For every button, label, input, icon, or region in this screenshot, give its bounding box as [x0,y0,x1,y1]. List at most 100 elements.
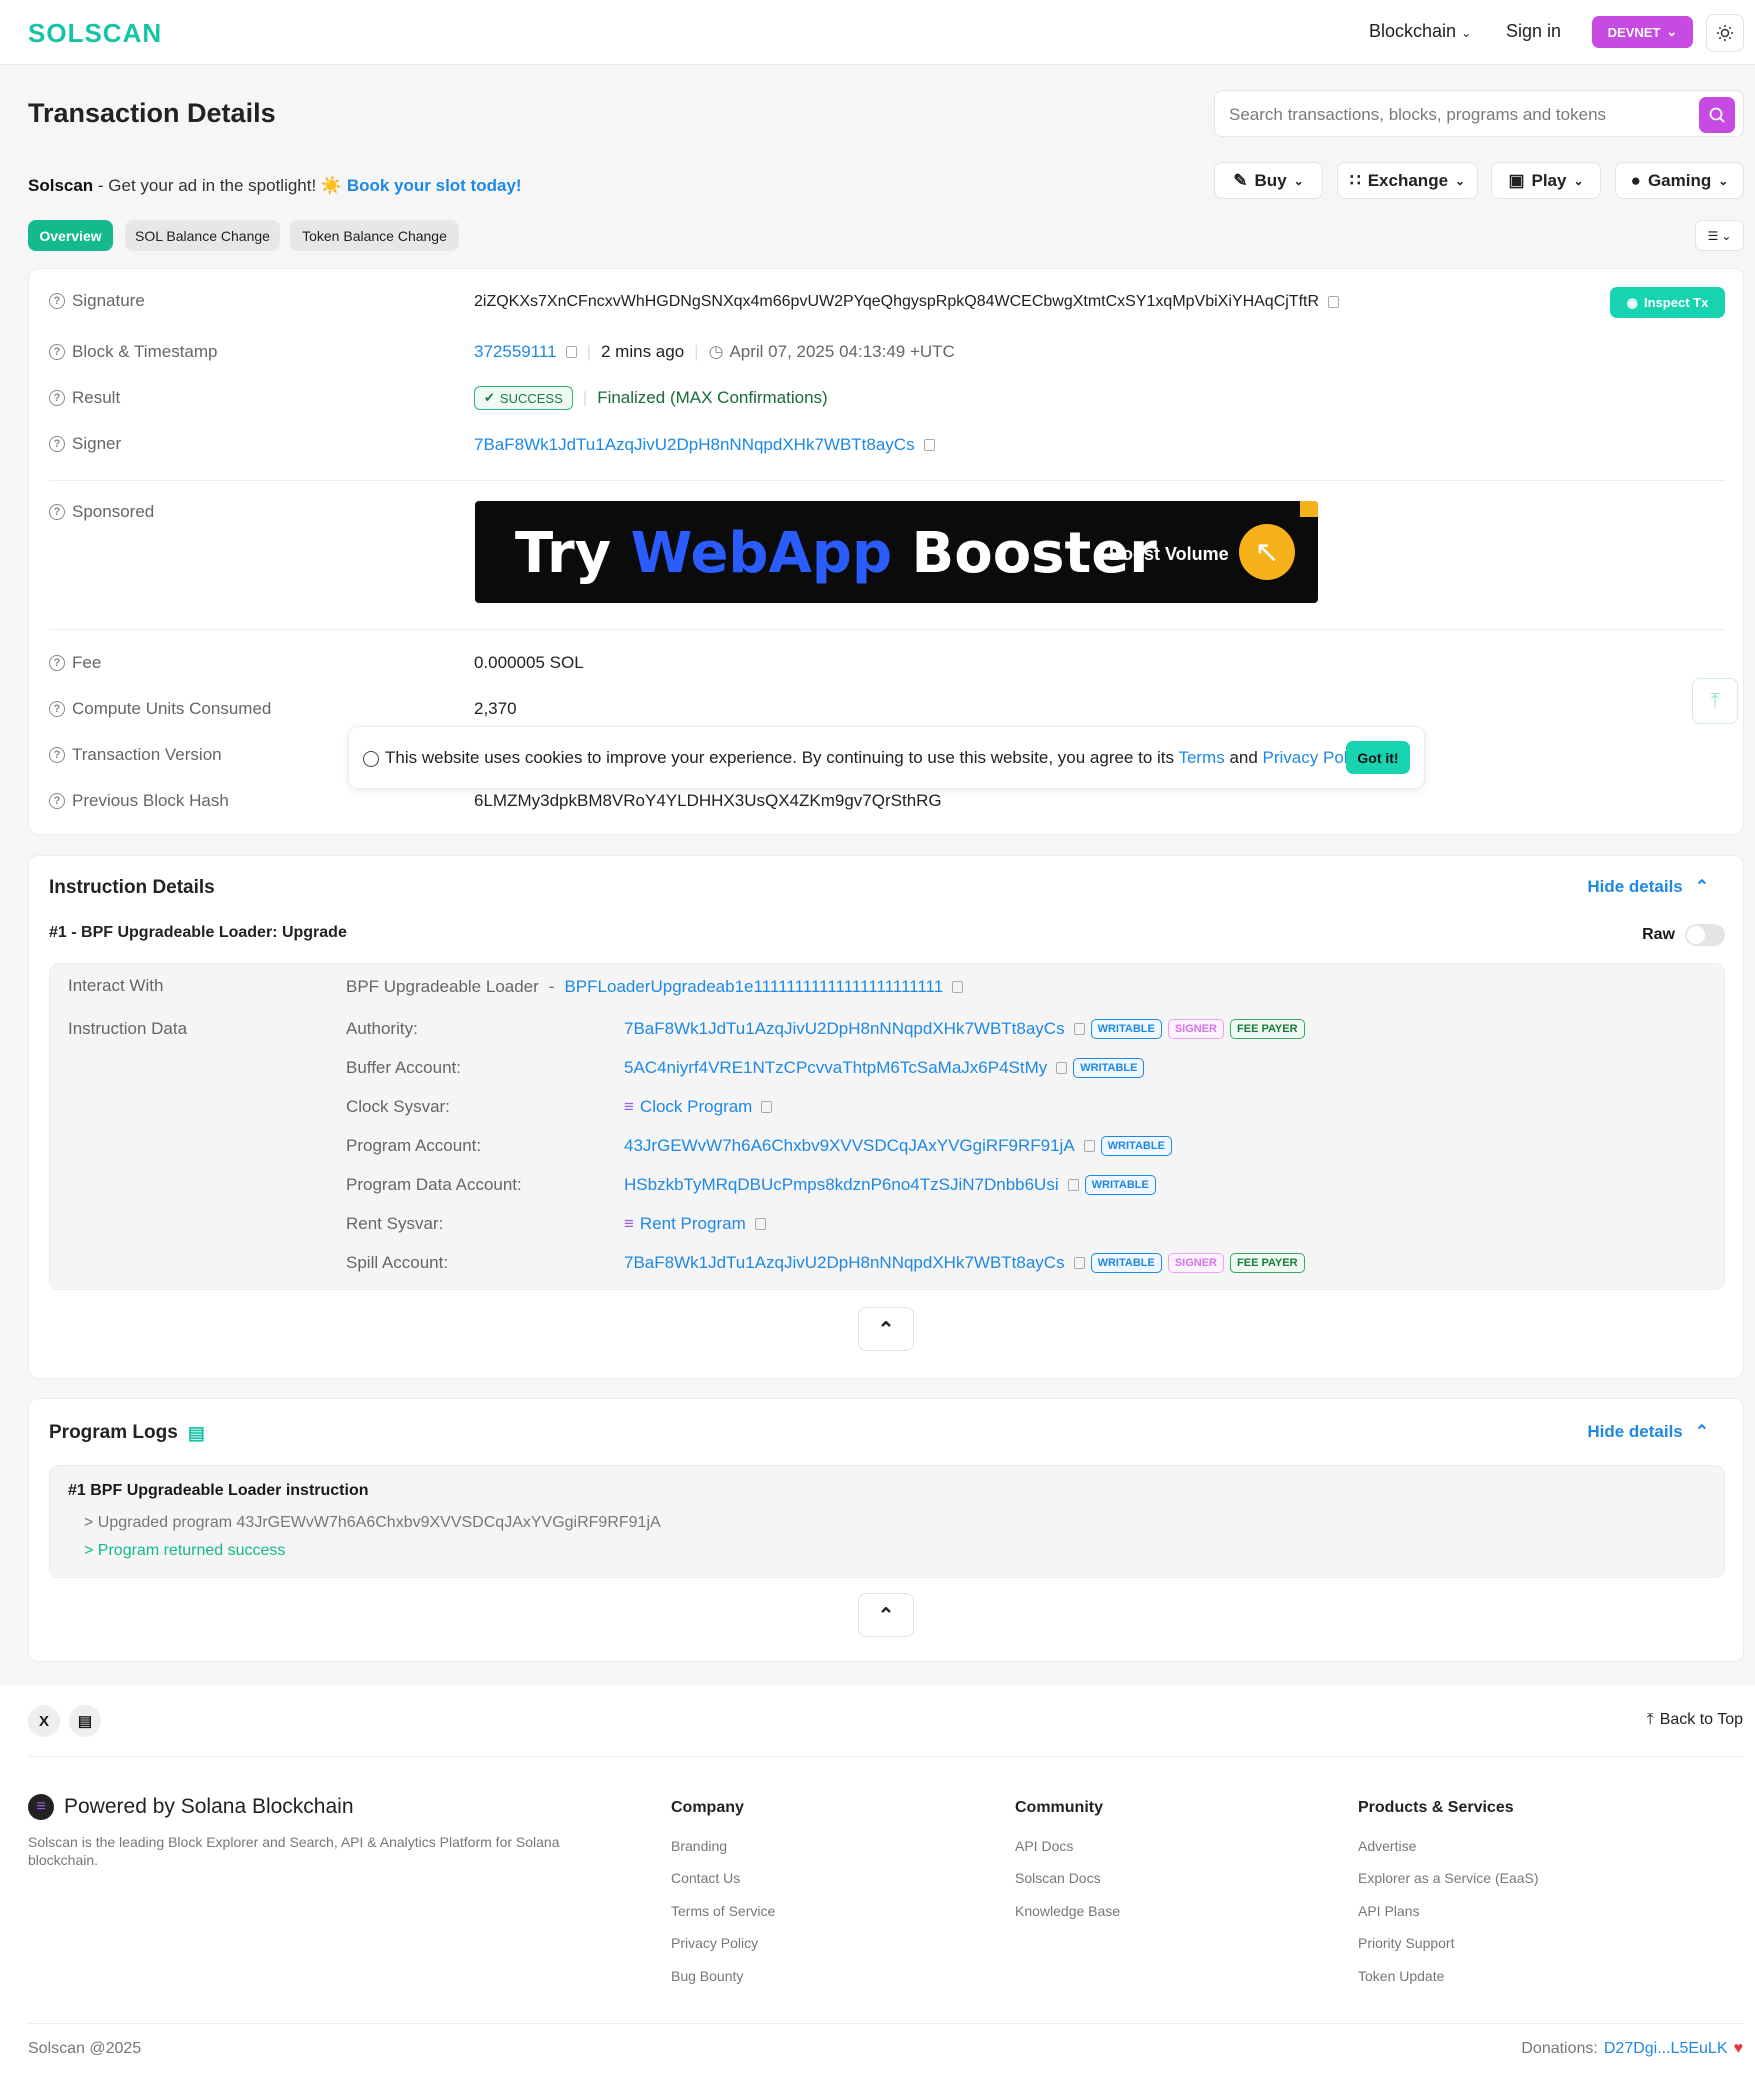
blog-icon[interactable]: ▤ [69,1705,101,1737]
buffer-account-link[interactable]: 5AC4niyrf4VRE1NTzCPcvvaThtpM6TcSaMaJx6P4… [624,1058,1047,1078]
network-selector[interactable]: DEVNET ⌄ [1592,16,1693,48]
view-options-button[interactable]: ☰ ⌄ [1695,220,1744,251]
play-menu[interactable]: ▣ Play ⌄ [1491,162,1601,199]
copy-icon[interactable] [754,1218,766,1230]
donations-row: Donations: D27Dgi...L5EuLK ♥ [1521,2040,1743,2058]
gaming-menu[interactable]: ● Gaming ⌄ [1615,162,1744,199]
logs-hide-details-button[interactable]: Hide details ⌃ [1587,1422,1709,1442]
footer-link-privacy[interactable]: Privacy Policy [671,1935,758,1951]
footer-description: Solscan is the leading Block Explorer an… [28,1834,560,1868]
inspect-tx-button[interactable]: ◉ Inspect Tx [1610,287,1725,318]
separator: | [694,342,699,361]
program-account-link[interactable]: 43JrGEWvW7h6A6Chxbv9XVVSDCqJAxYVGgiRF9RF… [624,1136,1075,1156]
banner-webapp: WebApp [630,521,893,586]
copy-icon[interactable] [1073,1257,1085,1269]
search-button[interactable] [1699,97,1735,133]
footer-link-terms[interactable]: Terms of Service [671,1903,775,1919]
footer-link-contact[interactable]: Contact Us [671,1870,740,1886]
powered-by-row: ≡ Powered by Solana Blockchain [28,1794,354,1820]
signer-link[interactable]: 7BaF8Wk1JdTu1AzqJivU2DpH8nNNqpdXHk7WBTt8… [474,435,915,455]
collapse-instruction-button[interactable]: ⌃ [858,1307,914,1351]
cookie-and: and [1224,748,1263,767]
buy-menu[interactable]: ✎ Buy ⌄ [1214,162,1323,199]
copy-icon[interactable] [1056,1062,1068,1074]
spill-account-value-row: 7BaF8Wk1JdTu1AzqJivU2DpH8nNNqpdXHk7WBTt8… [624,1253,1305,1273]
block-label-row: ? Block & Timestamp [49,342,218,362]
theme-toggle-button[interactable] [1706,14,1744,52]
version-label: Transaction Version [72,745,222,764]
copy-icon[interactable] [1073,1023,1085,1035]
tab-overview[interactable]: Overview [28,220,113,251]
copy-icon[interactable] [923,439,935,451]
copy-icon[interactable] [1328,296,1340,308]
signer-badge: SIGNER [1167,1019,1225,1039]
cookie-accept-button[interactable]: Got it! [1346,741,1410,774]
log-line-success: > Program returned success [84,1542,286,1559]
footer: X ▤ ⤒ Back to Top ≡ Powered by Solana Blo… [0,1686,1755,2078]
footer-link-advertise[interactable]: Advertise [1358,1838,1416,1854]
block-label: Block & Timestamp [72,342,218,361]
heart-icon: ♥ [1733,2040,1744,2057]
copy-icon[interactable] [565,346,577,358]
nav-blockchain-menu[interactable]: Blockchain ⌄ [1369,21,1471,42]
book-slot-link[interactable]: Book your slot today! [347,176,522,195]
help-icon: ? [49,344,65,360]
buy-label: Buy [1254,170,1287,190]
tab-sol-balance-change[interactable]: SOL Balance Change [125,220,280,251]
footer-link-api-plans[interactable]: API Plans [1358,1903,1419,1919]
footer-link-priority-support[interactable]: Priority Support [1358,1935,1454,1951]
exchange-menu[interactable]: ∷ Exchange ⌄ [1337,162,1478,199]
writable-badge: WRITABLE [1084,1175,1156,1195]
signature-value: 2iZQKXs7XnCFncxvWhHGDNgSNXqx4m66pvUW2PYq… [474,293,1320,310]
copy-icon[interactable] [952,981,964,993]
footer-link-knowledge-base[interactable]: Knowledge Base [1015,1903,1120,1919]
buffer-account-value-row: 5AC4niyrf4VRE1NTzCPcvvaThtpM6TcSaMaJx6P4… [624,1058,1145,1078]
rent-program-link[interactable]: Rent Program [640,1214,746,1234]
help-icon: ? [49,293,65,309]
instruction-hide-details-button[interactable]: Hide details ⌃ [1587,877,1709,897]
footer-link-api-docs[interactable]: API Docs [1015,1838,1073,1854]
search-input[interactable]: Search transactions, blocks, programs an… [1229,105,1606,125]
authority-link[interactable]: 7BaF8Wk1JdTu1AzqJivU2DpH8nNNqpdXHk7WBTt8… [624,1019,1065,1039]
donations-label: Donations: [1521,2040,1598,2057]
company-title: Company [671,1799,744,1816]
footer-link-eaas[interactable]: Explorer as a Service (EaaS) [1358,1870,1539,1886]
sponsored-banner[interactable]: Try WebApp Booster Boost Volume ↖ [475,501,1318,603]
sign-in-link[interactable]: Sign in [1506,21,1561,42]
time-ago: 2 mins ago [601,342,685,361]
signer-value-row: 7BaF8Wk1JdTu1AzqJivU2DpH8nNNqpdXHk7WBTt8… [474,435,935,455]
instruction-body: Interact With BPF Upgradeable Loader - BPF… [49,963,1725,1290]
raw-toggle[interactable] [1685,924,1725,946]
interact-dash: - [548,977,555,996]
donations-address-link[interactable]: D27Dgi...L5EuLK [1604,2040,1728,2058]
collapse-logs-button[interactable]: ⌃ [858,1593,914,1637]
raw-toggle-row: Raw [1642,924,1725,946]
hide-details-label: Hide details [1587,1422,1683,1441]
x-twitter-icon[interactable]: X [28,1705,60,1737]
copy-icon[interactable] [1067,1179,1079,1191]
separator: | [582,388,588,407]
version-label-row: ? Transaction Version [49,745,222,765]
program-address-link[interactable]: BPFLoaderUpgradeab1e11111111111111111111… [564,977,943,997]
ad-choices-icon[interactable] [1300,501,1318,517]
solscan-logo[interactable]: SOLSCAN [28,18,162,49]
powered-by-title: Powered by Solana Blockchain [64,1795,354,1818]
search-bar[interactable]: Search transactions, blocks, programs an… [1214,90,1744,137]
copy-icon[interactable] [761,1101,773,1113]
footer-link-solscan-docs[interactable]: Solscan Docs [1015,1870,1101,1886]
separator: | [586,342,591,361]
program-logs-card: Program Logs ▤ Hide details ⌃ #1 BPF Upgra… [28,1398,1744,1662]
footer-link-token-update[interactable]: Token Update [1358,1968,1444,1984]
document-icon[interactable]: ▤ [188,1423,205,1444]
copy-icon[interactable] [1083,1140,1095,1152]
footer-link-bug-bounty[interactable]: Bug Bounty [671,1968,743,1984]
tab-token-balance-change[interactable]: Token Balance Change [290,220,459,251]
block-link[interactable]: 372559111 [474,342,557,362]
back-to-top-link[interactable]: ⤒ Back to Top [1647,1711,1743,1729]
spill-account-link[interactable]: 7BaF8Wk1JdTu1AzqJivU2DpH8nNNqpdXHk7WBTt8… [624,1253,1065,1273]
footer-link-branding[interactable]: Branding [671,1838,727,1854]
program-data-account-link[interactable]: HSbzkbTyMRqDBUcPmps8kdznP6no4TzSJiN7Dnbb… [624,1175,1059,1195]
scroll-top-button[interactable]: ⤒ [1692,678,1738,724]
clock-program-link[interactable]: Clock Program [640,1097,752,1117]
terms-link[interactable]: Terms [1178,748,1224,767]
